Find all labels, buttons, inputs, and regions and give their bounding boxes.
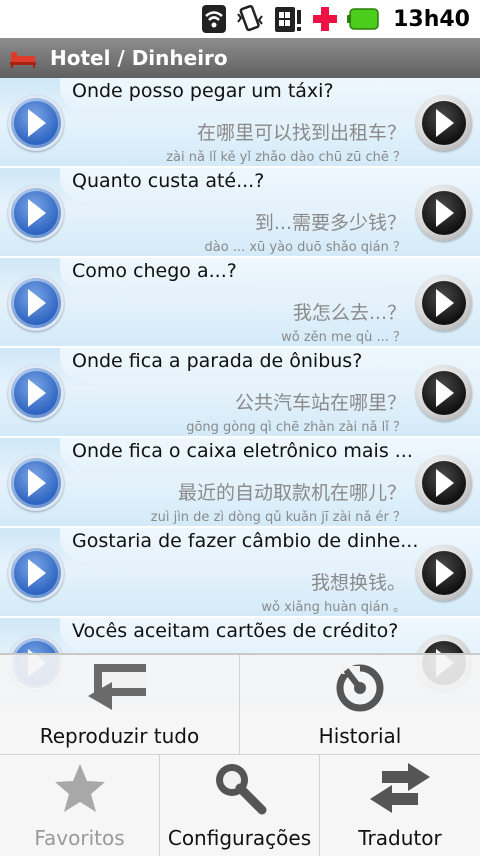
play-icon [28,109,46,137]
options-menu: Reproduzir tudo Historial Favoritos Conf… [0,653,480,856]
phrase-pinyin: zài nǎ lǐ kě yǐ zhǎo dào chū zū chē ？ [166,150,406,165]
history-menu-item[interactable]: Historial [240,655,480,755]
phrase-portuguese: Como chego a...? [72,260,237,282]
play-chinese-button[interactable] [416,545,472,601]
play-icon [436,109,454,137]
play-portuguese-button[interactable] [8,95,64,151]
play-icon [28,559,46,587]
vibrate-icon [235,4,265,33]
play-icon [28,289,46,317]
bed-icon [10,52,36,68]
phrase-chinese: 我想换钱。 [310,572,406,594]
play-chinese-button[interactable] [416,95,472,151]
plus-icon [311,5,339,33]
list-item[interactable]: Onde fica o caixa eletrônico mais ... 最近… [0,438,480,528]
history-icon [328,656,392,716]
settings-menu-item[interactable]: Configurações [160,755,320,856]
play-chinese-button[interactable] [416,455,472,511]
play-portuguese-button[interactable] [8,545,64,601]
phrase-pinyin: gōng gòng qì chē zhàn zài nǎ lǐ ？ [186,420,406,435]
play-icon [28,379,46,407]
play-icon [436,289,454,317]
wifi-icon [201,5,227,33]
play-icon [436,469,454,497]
favorites-menu-item[interactable]: Favoritos [0,755,160,856]
play-chinese-button[interactable] [416,365,472,421]
phrase-chinese: 到...需要多少钱？ [254,212,406,234]
list-item[interactable]: Onde posso pegar um táxi? 在哪里可以找到出租车？ zà… [0,78,480,168]
play-icon [28,469,46,497]
settings-icon [208,758,272,818]
phrase-pinyin: wǒ xiǎng huàn qián 。 [261,600,406,615]
play-icon [28,199,46,227]
phrase-portuguese: Onde fica o caixa eletrônico mais ... [72,440,413,462]
play-chinese-button[interactable] [416,185,472,241]
swap-arrows-icon [368,758,432,818]
replay-icon [87,656,152,716]
sim-alert-icon [273,5,303,33]
list-item[interactable]: Quanto custa até...? 到...需要多少钱？ dào ... … [0,168,480,258]
phrase-pinyin: dào ... xū yào duō shǎo qián ？ [204,240,407,255]
play-portuguese-button[interactable] [8,185,64,241]
phrase-chinese: 最近的自动取款机在哪儿？ [177,482,406,504]
translator-menu-item[interactable]: Tradutor [320,755,480,856]
star-icon [48,758,112,818]
phrase-portuguese: Gostaria de fazer câmbio de dinhe... [72,530,419,552]
phrase-pinyin: zuì jìn de zì dòng qǔ kuǎn jī zài nǎ ér … [150,510,406,525]
phrase-portuguese: Onde posso pegar um táxi? [72,80,334,102]
battery-icon [347,5,381,33]
play-portuguese-button[interactable] [8,455,64,511]
list-item[interactable]: Gostaria de fazer câmbio de dinhe... 我想换… [0,528,480,618]
clock: 13h40 [393,6,470,32]
phrase-portuguese: Vocês aceitam cartões de crédito? [72,620,399,642]
list-item[interactable]: Como chego a...? 我怎么去...？ wǒ zěn me qù .… [0,258,480,348]
phrase-chinese: 在哪里可以找到出租车？ [196,122,406,144]
phrase-list[interactable]: Onde posso pegar um táxi? 在哪里可以找到出租车？ zà… [0,78,480,708]
play-icon [436,559,454,587]
play-portuguese-button[interactable] [8,275,64,331]
play-icon [436,199,454,227]
list-item[interactable]: Onde fica a parada de ônibus? 公共汽车站在哪里？ … [0,348,480,438]
phrase-portuguese: Quanto custa até...? [72,170,265,192]
play-icon [436,379,454,407]
play-chinese-button[interactable] [416,275,472,331]
play-portuguese-button[interactable] [8,365,64,421]
status-bar: 13h40 [0,0,480,38]
page-title: Hotel / Dinheiro [50,46,228,70]
phrase-pinyin: wǒ zěn me qù ... ？ [281,330,406,345]
phrase-chinese: 我怎么去...？ [292,302,406,324]
play-all-menu-item[interactable]: Reproduzir tudo [0,655,240,755]
title-bar: Hotel / Dinheiro [0,38,480,78]
phrase-chinese: 公共汽车站在哪里？ [234,392,406,414]
phrase-portuguese: Onde fica a parada de ônibus? [72,350,363,372]
